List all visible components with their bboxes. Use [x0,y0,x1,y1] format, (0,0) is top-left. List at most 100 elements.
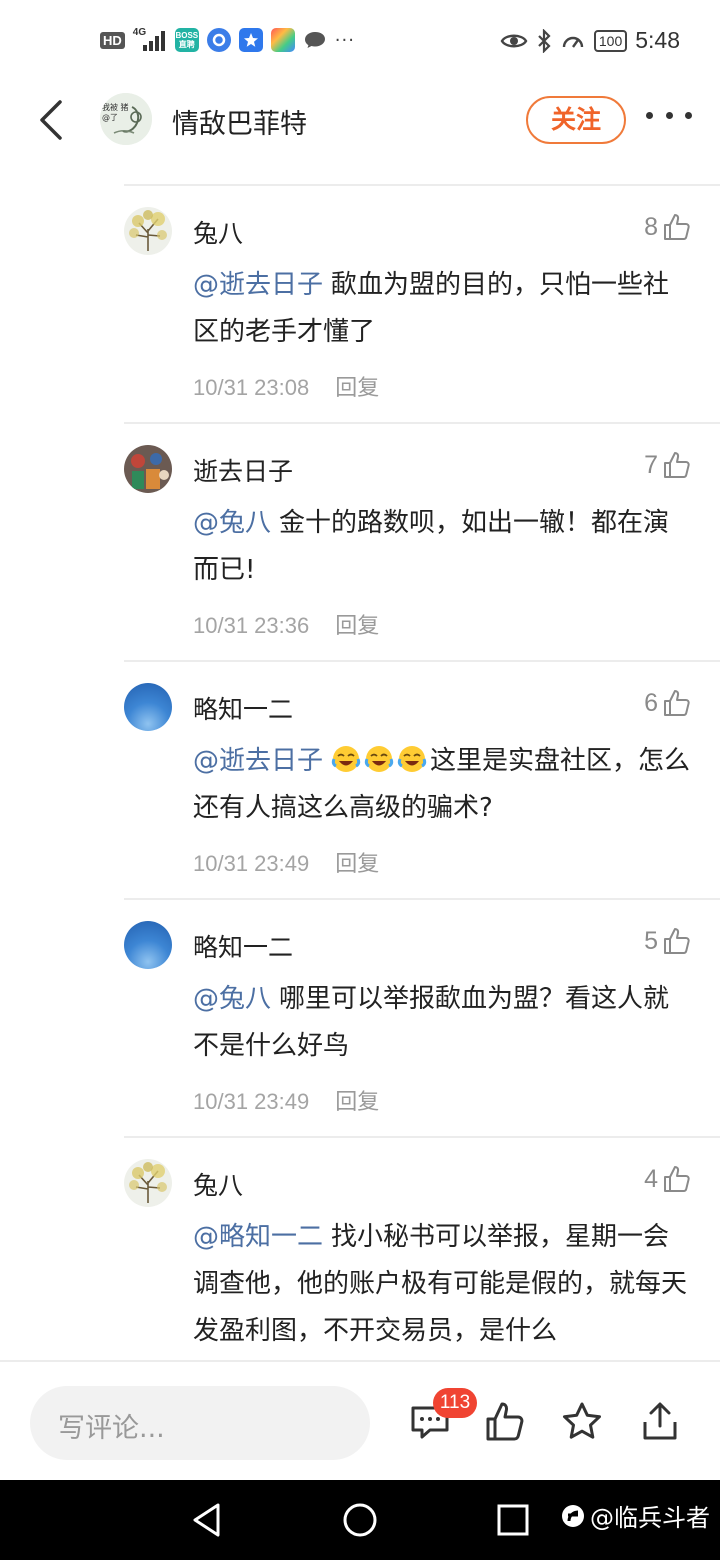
comment-text: @兔八 哪里可以举报歃血为盟？看这人就不是什么好鸟 [193,976,693,1070]
comment-item: 略知一二 6 @逝去日子 这里是实盘社区，怎么还有人搞这么高级的骗术? 10/31… [0,660,720,898]
clock: 5:48 [635,27,680,53]
more-notifications-icon: ··· [334,29,355,51]
favorite-button[interactable] [560,1400,604,1444]
comment-author[interactable]: 略知一二 [193,690,293,726]
reply-button[interactable]: 回复 [335,614,379,639]
comment-time: 10/31 23:08 [193,375,310,400]
comment-text: @逝去日子 歃血为盟的目的，只怕一些社区的老手才懂了 [193,262,693,356]
reply-button[interactable]: 回复 [335,376,379,401]
comment-meta: 10/31 23:49 回复 [193,1084,379,1116]
comment-meta: 10/31 23:36 回复 [193,608,379,640]
comment-item: 兔八 8 @逝去日子 歃血为盟的目的，只怕一些社区的老手才懂了 10/31 23:… [0,184,720,422]
chevron-left-icon [40,100,62,140]
dot-icon [665,111,673,119]
comment-text: @逝去日子 这里是实盘社区，怎么还有人搞这么高级的骗术? [193,738,693,832]
divider [124,660,720,662]
thumbs-up-icon [664,214,690,240]
share-button[interactable] [638,1400,682,1444]
top-bar: 我被 猪@了 情敌巴菲特 关注 [0,84,720,184]
like-count: 8 [644,212,658,241]
star-app-icon [238,28,263,52]
like-button[interactable]: 4 [644,1164,692,1194]
comment-time: 10/31 23:49 [193,851,310,876]
mention-link[interactable]: @逝去日子 [193,746,323,776]
eye-icon [500,34,528,47]
user-avatar[interactable] [124,1159,172,1207]
like-count: 6 [644,688,658,717]
comment-item: 逝去日子 7 @兔八 金十的路数呗，如出一辙！都在演而已! 10/31 23:36… [0,422,720,660]
comment-item: 兔八 4 @略知一二 找小秘书可以举报，星期一会调查他，他的账户极有可能是假的，就… [0,1136,720,1360]
comment-text: @兔八 金十的路数呗，如出一辙！都在演而已! [193,500,693,594]
comment-text: @略知一二 找小秘书可以举报，星期一会调查他，他的账户极有可能是假的，就每天发盈利… [193,1214,693,1355]
star-icon [563,1402,601,1439]
network-label: 4G [132,27,147,38]
hd-indicator: HD [100,31,125,49]
weibo-logo-icon [562,1504,584,1527]
laughing-tears-emoji-icon [364,746,394,772]
boss-app-icon: BOSS 直聘 [174,28,199,52]
avatar-caption: 我被 猪@了 [102,103,129,122]
status-right: 100 5:48 [500,27,680,54]
user-avatar[interactable] [124,207,172,255]
like-button[interactable]: 7 [644,450,692,480]
like-count: 4 [644,1164,658,1193]
comment-author[interactable]: 兔八 [193,214,243,250]
comment-input-placeholder: 写评论... [58,1413,165,1444]
dot-icon [646,111,653,119]
like-button[interactable]: 6 [644,688,692,718]
browser-app-icon [206,28,231,52]
author-name[interactable]: 情敌巴菲特 [172,102,307,141]
mention-link[interactable]: @逝去日子 [193,270,323,300]
laughing-tears-emoji-icon [331,746,361,772]
nav-back-button[interactable] [188,1500,228,1540]
circle-home-icon [343,1503,377,1537]
follow-button[interactable]: 关注 [526,96,626,144]
like-button[interactable]: 5 [644,926,692,956]
divider [124,898,720,900]
comment-toolbar: 写评论... 113 [0,1360,720,1480]
divider [124,1136,720,1138]
reply-button[interactable]: 回复 [335,852,379,877]
comment-count-badge: 113 [433,1388,477,1418]
more-options-button[interactable] [646,108,692,122]
back-button[interactable] [34,98,74,142]
comment-input[interactable]: 写评论... [30,1386,370,1460]
reply-button[interactable]: 回复 [335,1090,379,1115]
user-avatar[interactable] [124,921,172,969]
divider [124,184,720,186]
watermark-text: @临兵斗者 [590,1504,710,1532]
square-recents-icon [497,1504,529,1536]
status-left: HD 4G BOSS 直聘 ··· [100,27,355,52]
mention-link[interactable]: @兔八 [193,508,271,538]
comment-author[interactable]: 略知一二 [193,928,293,964]
palette-app-icon [270,28,295,52]
dot-icon [685,111,692,119]
author-avatar[interactable]: 我被 猪@了 [100,93,152,145]
like-count: 5 [644,926,658,955]
thumbs-up-icon [664,928,690,954]
battery-icon: 100 [593,29,628,52]
signal-icon: 4G [132,27,167,51]
thumbs-up-icon [486,1402,524,1441]
like-button[interactable]: 8 [644,212,692,242]
comment-time: 10/31 23:36 [193,613,310,638]
like-post-button[interactable] [484,1400,528,1444]
comment-meta: 10/31 23:08 回复 [193,370,379,402]
laughing-tears-emoji-icon [397,746,427,772]
nav-recents-button[interactable] [494,1500,534,1540]
status-bar: HD 4G BOSS 直聘 ··· 100 5:48 [0,0,720,84]
divider [124,422,720,424]
comment-list: 兔八 8 @逝去日子 歃血为盟的目的，只怕一些社区的老手才懂了 10/31 23:… [0,184,720,1360]
watermark: @临兵斗者 [560,1498,710,1533]
speed-icon [562,36,584,48]
user-avatar[interactable] [124,683,172,731]
mention-link[interactable]: @略知一二 [193,1222,323,1252]
mention-link[interactable]: @兔八 [193,984,271,1014]
nav-home-button[interactable] [340,1500,380,1540]
share-icon [643,1402,677,1440]
system-navigation-bar: @临兵斗者 [0,1480,720,1560]
like-count: 7 [644,450,658,479]
comment-author[interactable]: 逝去日子 [193,452,293,488]
comment-author[interactable]: 兔八 [193,1166,243,1202]
user-avatar[interactable] [124,445,172,493]
